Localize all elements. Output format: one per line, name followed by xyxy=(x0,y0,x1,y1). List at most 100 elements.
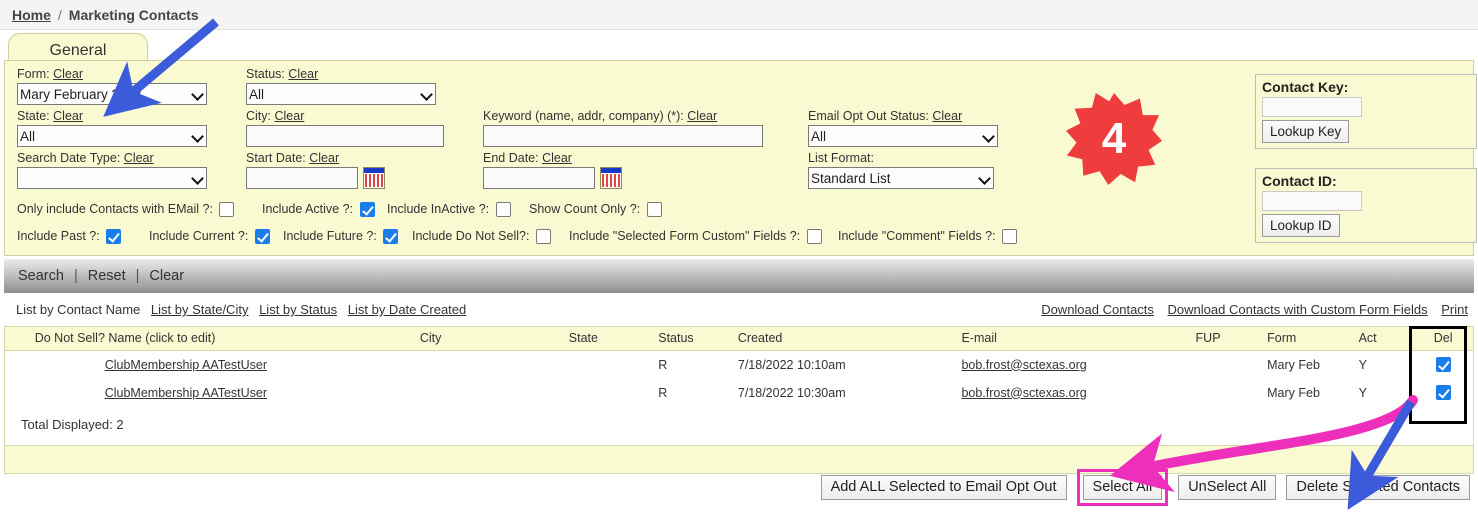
checkbox-include-inactive[interactable]: Include InActive ?: xyxy=(387,199,511,219)
cell-form: Mary Feb xyxy=(1267,385,1320,400)
list-by-contact-name-link[interactable]: List by Contact Name xyxy=(16,302,140,317)
list-format-select[interactable]: Standard List xyxy=(808,167,994,189)
add-all-selected-to-email-opt-out-button[interactable]: Add ALL Selected to Email Opt Out xyxy=(820,475,1067,500)
contact-key-input[interactable] xyxy=(1262,97,1362,117)
row-delete-checkbox[interactable] xyxy=(1435,385,1451,400)
contact-name-link[interactable]: ClubMembership AATestUser xyxy=(105,358,267,372)
field-email-opt-out-status: Email Opt Out Status: Clear All xyxy=(808,109,998,147)
download-contacts-custom-form-fields-link[interactable]: Download Contacts with Custom Form Field… xyxy=(1168,302,1428,317)
start-date-input[interactable] xyxy=(246,167,358,189)
column-header-form: Form xyxy=(1267,327,1359,351)
field-list-format-label-text: List Format: xyxy=(808,151,874,165)
total-displayed-text: Total Displayed: 2 xyxy=(21,417,124,432)
field-city-clear-link[interactable]: Clear xyxy=(274,109,304,123)
contact-name-link[interactable]: ClubMembership AATestUser xyxy=(105,386,267,400)
list-by-state-city-link[interactable]: List by State/City xyxy=(151,302,249,317)
contacts-table-container: Do Not Sell? Name (click to edit) City S… xyxy=(4,326,1474,474)
checkbox-include-current-box[interactable] xyxy=(254,229,270,244)
form-select[interactable]: Mary February 2023 xyxy=(17,83,207,105)
field-email-opt-out-status-select-wrap: All xyxy=(808,124,998,147)
email-opt-out-status-select[interactable]: All xyxy=(808,125,998,147)
checkbox-include-comment-fields[interactable]: Include "Comment" Fields ?: xyxy=(838,226,1018,246)
checkbox-show-count-only[interactable]: Show Count Only ?: xyxy=(529,199,662,219)
cell-name: ClubMembership AATestUser xyxy=(37,351,420,380)
field-keyword-clear-link[interactable]: Clear xyxy=(687,109,717,123)
column-header-do-not-sell xyxy=(5,327,37,351)
field-start-date-clear-link[interactable]: Clear xyxy=(309,151,339,165)
checkbox-include-comment-fields-label: Include "Comment" Fields ?: xyxy=(838,229,996,243)
row-delete-checkbox[interactable] xyxy=(1435,357,1451,372)
field-search-date-type-select-wrap xyxy=(17,166,207,189)
list-sort-links: List by Contact Name List by State/City … xyxy=(16,302,473,317)
checkbox-include-current[interactable]: Include Current ?: xyxy=(149,226,270,246)
state-select[interactable]: All xyxy=(17,125,207,147)
list-by-date-created-link[interactable]: List by Date Created xyxy=(348,302,467,317)
search-date-type-select[interactable] xyxy=(17,167,207,189)
end-date-input[interactable] xyxy=(483,167,595,189)
delete-selected-contacts-button[interactable]: Delete Selected Contacts xyxy=(1286,475,1470,500)
checkbox-include-future[interactable]: Include Future ?: xyxy=(283,226,399,246)
cell-email: bob.frost@sctexas.org xyxy=(961,379,1195,407)
field-form-clear-link[interactable]: Clear xyxy=(53,67,83,81)
checkbox-show-count-only-box[interactable] xyxy=(646,202,662,217)
checkbox-include-inactive-box[interactable] xyxy=(495,202,511,217)
download-contacts-link[interactable]: Download Contacts xyxy=(1041,302,1154,317)
field-state-label: State: Clear xyxy=(17,109,207,124)
field-end-date-clear-link[interactable]: Clear xyxy=(542,151,572,165)
field-form-label-text: Form: xyxy=(17,67,50,81)
reset-button[interactable]: Reset xyxy=(88,268,126,284)
column-header-act: Act xyxy=(1358,327,1414,351)
cell-status: R xyxy=(658,357,668,372)
search-panel: Form: Clear Mary February 2023 State: Cl… xyxy=(4,60,1477,256)
cell-do-not-sell xyxy=(5,351,37,380)
checkbox-include-future-box[interactable] xyxy=(383,229,399,244)
tab-strip: General xyxy=(0,30,1478,67)
city-input[interactable] xyxy=(246,125,444,147)
field-form: Form: Clear Mary February 2023 xyxy=(17,67,207,105)
contact-email-link[interactable]: bob.frost@sctexas.org xyxy=(961,386,1086,400)
field-search-date-type-label: Search Date Type: Clear xyxy=(17,151,207,166)
checkbox-include-do-not-sell-box[interactable] xyxy=(535,229,551,244)
checkbox-include-past[interactable]: Include Past ?: xyxy=(17,226,122,246)
checkbox-include-active[interactable]: Include Active ?: xyxy=(262,199,375,219)
calendar-icon[interactable] xyxy=(599,167,622,189)
status-select[interactable]: All xyxy=(246,83,436,105)
checkbox-include-do-not-sell[interactable]: Include Do Not Sell?: xyxy=(412,226,551,246)
column-header-del: Del xyxy=(1413,327,1473,351)
cell-fup xyxy=(1196,351,1268,380)
checkbox-include-past-label: Include Past ?: xyxy=(17,229,100,243)
cell-del xyxy=(1413,351,1473,380)
unselect-all-button[interactable]: UnSelect All xyxy=(1178,475,1277,500)
checkbox-include-active-box[interactable] xyxy=(359,202,375,217)
lookup-key-button[interactable]: Lookup Key xyxy=(1262,120,1350,143)
calendar-icon[interactable] xyxy=(362,167,385,189)
search-button[interactable]: Search xyxy=(18,268,64,284)
checkbox-include-selected-form-custom[interactable]: Include "Selected Form Custom" Fields ?: xyxy=(569,226,822,246)
field-email-opt-out-status-clear-link[interactable]: Clear xyxy=(932,109,962,123)
select-all-button[interactable]: Select All xyxy=(1082,475,1163,500)
contact-email-link[interactable]: bob.frost@sctexas.org xyxy=(961,358,1086,372)
checkbox-only-email[interactable]: Only include Contacts with EMail ?: xyxy=(17,199,235,219)
cell-created: 7/18/2022 10:10am xyxy=(737,357,846,372)
print-link[interactable]: Print xyxy=(1441,302,1468,317)
cell-state xyxy=(569,379,658,407)
contacts-table: Do Not Sell? Name (click to edit) City S… xyxy=(5,327,1473,407)
field-search-date-type-label-text: Search Date Type: xyxy=(17,151,121,165)
checkbox-include-past-box[interactable] xyxy=(106,229,122,244)
column-header-group-left: Do Not Sell? Name (click to edit) xyxy=(35,327,420,351)
field-status-clear-link[interactable]: Clear xyxy=(288,67,318,81)
breadcrumb-home-link[interactable]: Home xyxy=(12,7,51,23)
checkbox-only-email-box[interactable] xyxy=(219,202,235,217)
checkbox-include-selected-form-custom-box[interactable] xyxy=(806,229,822,244)
cell-city xyxy=(420,379,569,407)
field-search-date-type-clear-link[interactable]: Clear xyxy=(124,151,154,165)
list-by-status-link[interactable]: List by Status xyxy=(259,302,337,317)
checkbox-row-1: Only include Contacts with EMail ?: Incl… xyxy=(13,199,1465,226)
field-start-date: Start Date: Clear xyxy=(246,151,385,189)
keyword-input[interactable] xyxy=(483,125,763,147)
field-state-clear-link[interactable]: Clear xyxy=(53,109,83,123)
clear-button[interactable]: Clear xyxy=(149,268,184,284)
table-row: ClubMembership AATestUser R 7/18/2022 10… xyxy=(5,351,1473,380)
field-list-format: List Format: Standard List xyxy=(808,151,994,189)
checkbox-include-comment-fields-box[interactable] xyxy=(1002,229,1018,244)
